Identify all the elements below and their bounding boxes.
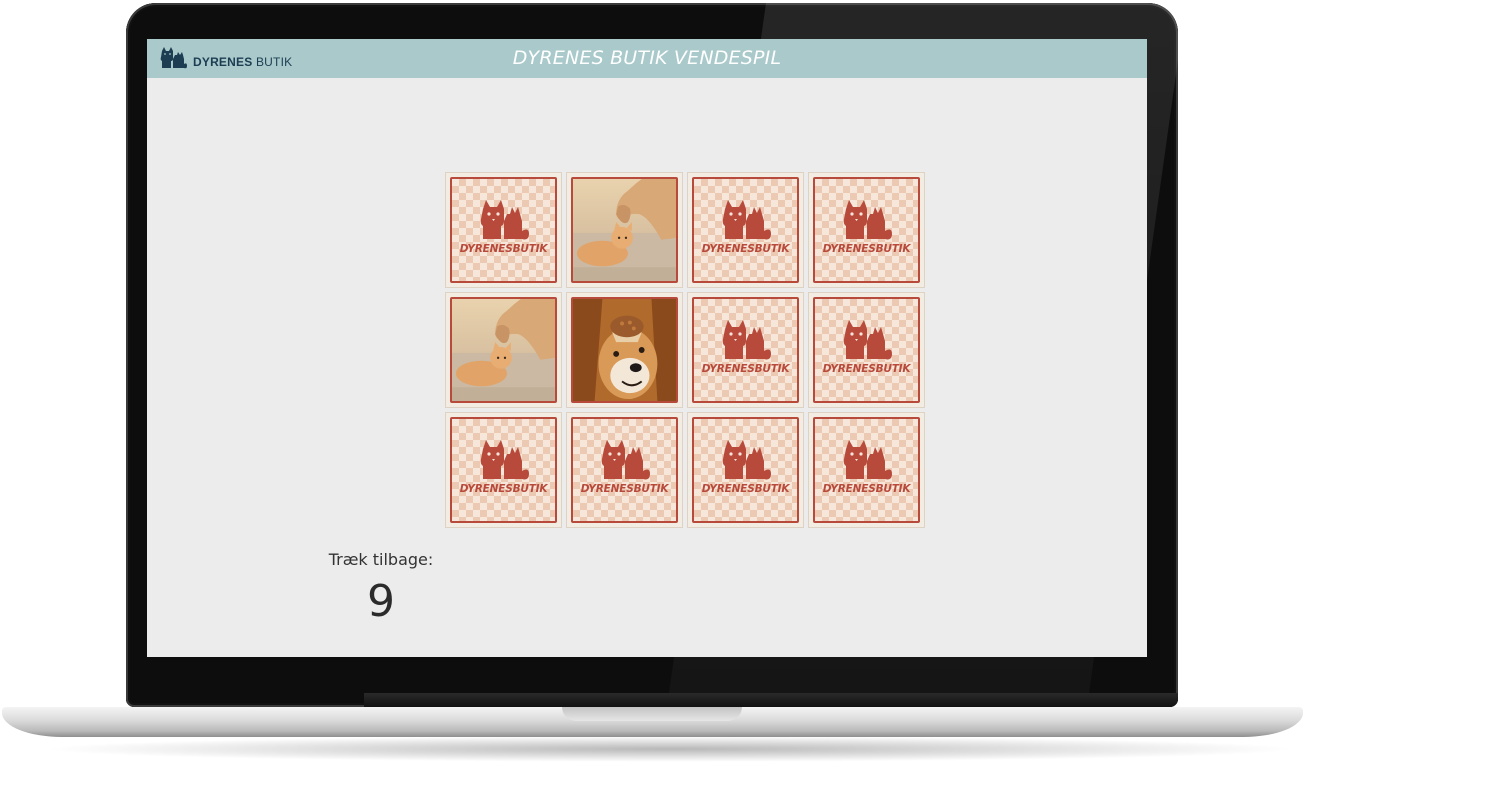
memory-card[interactable]: DYRENESBUTIK	[445, 412, 562, 528]
memory-card[interactable]: DYRENESBUTIK	[687, 412, 804, 528]
card-brand-text: DYRENESBUTIK	[459, 483, 548, 495]
card-back: DYRENESBUTIK	[692, 297, 799, 403]
laptop-base-notch	[562, 707, 742, 721]
dog-and-cat-photo	[571, 177, 678, 283]
memory-card[interactable]: DYRENESBUTIK	[445, 172, 562, 288]
cat-fox-icon	[479, 197, 531, 241]
cat-fox-icon	[721, 437, 773, 481]
cat-fox-icon	[842, 437, 894, 481]
cat-fox-icon	[721, 317, 773, 361]
memory-card[interactable]: DYRENESBUTIK	[808, 412, 925, 528]
card-brand-text: DYRENESBUTIK	[822, 483, 911, 495]
memory-card[interactable]	[566, 292, 683, 408]
top-bar: DYRENES BUTIK DYRENES BUTIK VENDESPIL	[147, 39, 1147, 78]
memory-card[interactable]	[445, 292, 562, 408]
memory-grid: DYRENESBUTIK DYRENESBUTIK DYRENESBUTIK DYRE…	[445, 172, 929, 528]
dog-with-cupcake-photo	[571, 297, 678, 403]
card-brand-text: DYRENESBUTIK	[822, 243, 911, 255]
cat-fox-icon	[842, 317, 894, 361]
card-back: DYRENESBUTIK	[450, 417, 557, 523]
card-back: DYRENESBUTIK	[692, 417, 799, 523]
moves-left-value: 9	[367, 576, 395, 627]
memory-card[interactable]: DYRENESBUTIK	[808, 172, 925, 288]
card-brand-text: DYRENESBUTIK	[701, 363, 790, 375]
card-back: DYRENESBUTIK	[571, 417, 678, 523]
card-brand-text: DYRENESBUTIK	[701, 243, 790, 255]
laptop-hinge	[364, 693, 1178, 707]
card-back: DYRENESBUTIK	[450, 177, 557, 283]
card-brand-text: DYRENESBUTIK	[459, 243, 548, 255]
moves-left-label: Træk tilbage:	[328, 550, 434, 569]
card-brand-text: DYRENESBUTIK	[822, 363, 911, 375]
laptop-shadow	[40, 736, 1300, 762]
card-back: DYRENESBUTIK	[813, 177, 920, 283]
card-back: DYRENESBUTIK	[813, 297, 920, 403]
card-back: DYRENESBUTIK	[813, 417, 920, 523]
card-brand-text: DYRENESBUTIK	[701, 483, 790, 495]
dog-and-cat-photo	[450, 297, 557, 403]
cat-fox-icon	[600, 437, 652, 481]
card-brand-text: DYRENESBUTIK	[580, 483, 669, 495]
laptop-mockup: DYRENES BUTIK DYRENES BUTIK VENDESPIL DY…	[0, 0, 1506, 787]
app-screen: DYRENES BUTIK DYRENES BUTIK VENDESPIL DY…	[147, 39, 1147, 657]
memory-card[interactable]: DYRENESBUTIK	[566, 412, 683, 528]
memory-card[interactable]: DYRENESBUTIK	[687, 172, 804, 288]
memory-card[interactable]	[566, 172, 683, 288]
memory-card[interactable]: DYRENESBUTIK	[687, 292, 804, 408]
cat-fox-icon	[721, 197, 773, 241]
cat-fox-icon	[842, 197, 894, 241]
page-title: DYRENES BUTIK VENDESPIL	[512, 47, 782, 69]
cat-fox-icon	[479, 437, 531, 481]
memory-card[interactable]: DYRENESBUTIK	[808, 292, 925, 408]
card-back: DYRENESBUTIK	[692, 177, 799, 283]
